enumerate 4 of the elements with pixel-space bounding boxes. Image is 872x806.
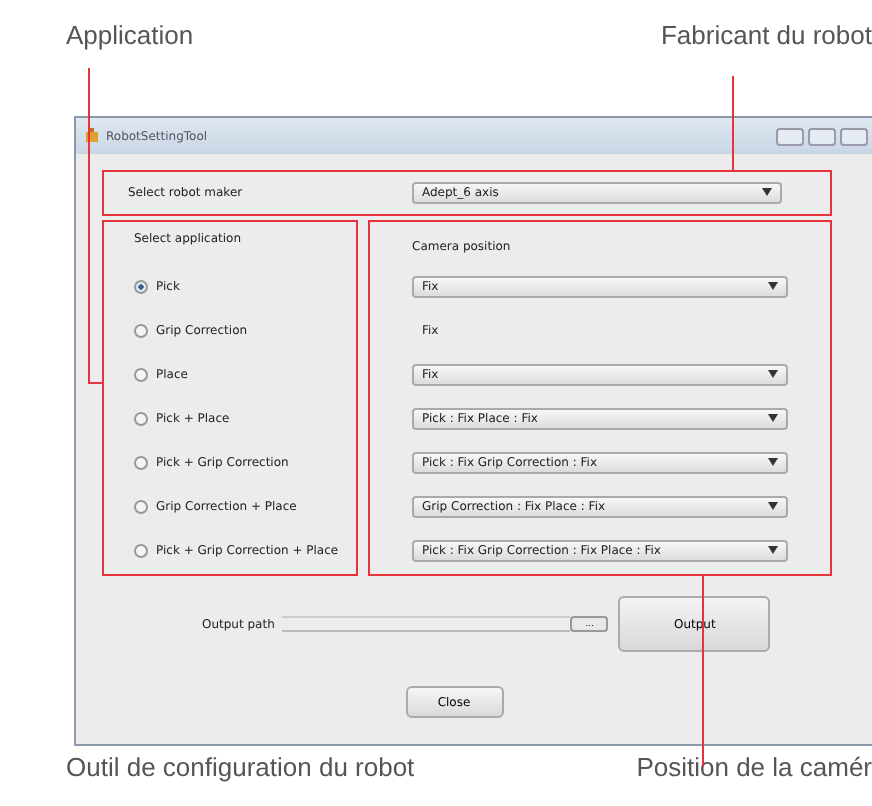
callout-label: Fabricant du robot: [660, 20, 872, 50]
callout-label: Position de la camér: [636, 752, 872, 782]
callout-label: Application: [66, 20, 194, 50]
callout-label: Outil de configuration du robot: [66, 752, 415, 782]
